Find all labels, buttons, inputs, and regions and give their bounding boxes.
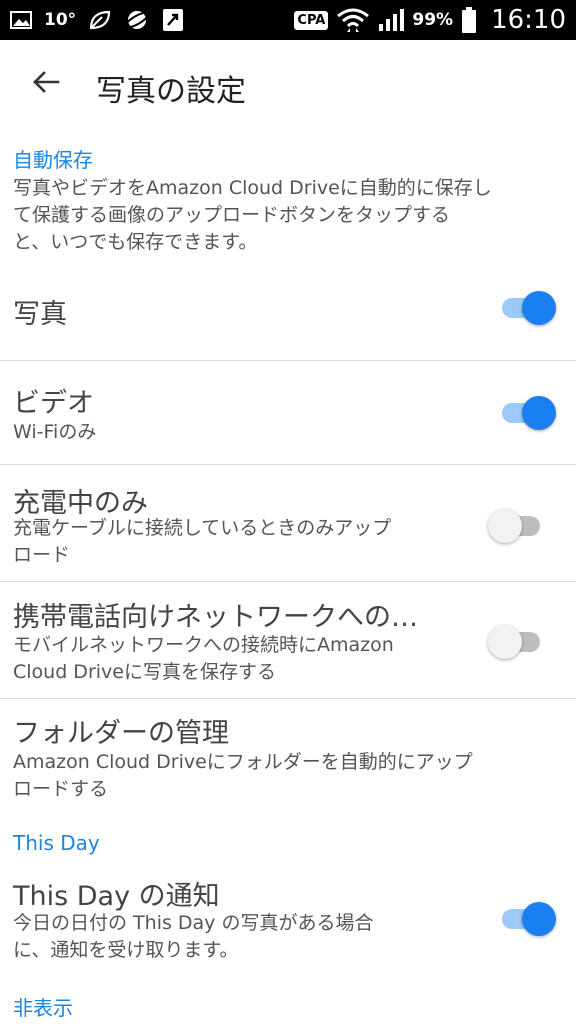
auto-save-description-line-3: と、いつでも保存できます。 [13, 231, 258, 253]
auto-save-description: 写真やビデオをAmazon Cloud Driveに自動的に保存し て保護する画… [13, 175, 553, 256]
leaf-icon [88, 9, 112, 31]
setting-row-this-day-notification[interactable]: This Day の通知 今日の日付の This Day の写真がある場合 に、… [0, 862, 576, 972]
setting-video-title: ビデオ [13, 388, 94, 419]
setting-video-subtitle: Wi-Fiのみ [13, 421, 97, 443]
setting-row-folder-management[interactable]: フォルダーの管理 Amazon Cloud Driveにフォルダーを自動的にアッ… [0, 699, 576, 817]
setting-charging-only-subtitle: 充電ケーブルに接続しているときのみアップ ロード [13, 515, 391, 569]
setting-this-day-notification-title: This Day の通知 [13, 881, 220, 912]
setting-folder-management-subtitle-line-2: ロードする [13, 778, 109, 800]
video-toggle-thumb [522, 396, 556, 430]
image-icon [10, 10, 32, 30]
page-title: 写真の設定 [96, 74, 246, 109]
setting-row-mobile-network[interactable]: 携帯電話向けネットワークへの… モバイルネットワークへの接続時にAmazon C… [0, 582, 576, 698]
app-icon [162, 8, 184, 32]
setting-mobile-network-subtitle: モバイルネットワークへの接続時にAmazon Cloud Driveに写真を保存… [13, 632, 394, 686]
back-button[interactable] [24, 62, 68, 106]
carrier-badge: CPA [294, 10, 329, 30]
video-toggle[interactable] [500, 392, 556, 432]
setting-charging-only-subtitle-line-1: 充電ケーブルに接続しているときのみアップ [13, 517, 392, 539]
mobile-network-toggle-thumb [488, 625, 522, 659]
section-header-this-day: This Day [13, 831, 100, 855]
setting-photos-title: 写真 [13, 299, 67, 330]
mobile-network-toggle[interactable] [488, 621, 544, 661]
setting-row-charging-only[interactable]: 充電中のみ 充電ケーブルに接続しているときのみアップ ロード [0, 465, 576, 581]
photos-toggle[interactable] [500, 287, 556, 327]
signal-icon [378, 8, 405, 32]
this-day-notification-toggle[interactable] [500, 898, 556, 938]
charging-only-toggle-thumb [488, 509, 522, 543]
photos-toggle-thumb [522, 291, 556, 325]
setting-this-day-notification-subtitle: 今日の日付の This Day の写真がある場合 に、通知を受け取ります。 [13, 910, 373, 964]
battery-percent: 99% [412, 10, 454, 30]
status-bar: 10° CPA 99% 16:10 [0, 0, 576, 40]
app-toolbar: 写真の設定 [0, 40, 576, 132]
arrow-left-icon [32, 70, 60, 98]
setting-mobile-network-title: 携帯電話向けネットワークへの… [13, 602, 418, 633]
clock: 16:10 [491, 5, 566, 35]
status-bar-left: 10° [10, 0, 184, 40]
setting-this-day-notification-subtitle-line-1: 今日の日付の This Day の写真がある場合 [13, 912, 374, 934]
battery-icon [461, 6, 477, 34]
setting-mobile-network-subtitle-line-2: Cloud Driveに写真を保存する [13, 661, 276, 683]
setting-mobile-network-subtitle-line-1: モバイルネットワークへの接続時にAmazon [13, 634, 394, 656]
setting-folder-management-subtitle-line-1: Amazon Cloud Driveにフォルダーを自動的にアップ [13, 751, 473, 773]
planet-icon [124, 8, 150, 32]
setting-row-photos[interactable]: 写真 [0, 262, 576, 360]
charging-only-toggle[interactable] [488, 505, 544, 545]
auto-save-description-line-2: て保護する画像のアップロードボタンをタップする [13, 204, 451, 226]
temperature-text: 10° [44, 10, 77, 30]
section-header-auto-save: 自動保存 [13, 148, 93, 172]
auto-save-description-line-1: 写真やビデオをAmazon Cloud Driveに自動的に保存し [13, 177, 492, 199]
status-bar-right: CPA 99% 16:10 [294, 0, 566, 40]
setting-this-day-notification-subtitle-line-2: に、通知を受け取ります。 [13, 939, 239, 961]
this-day-notification-toggle-thumb [522, 902, 556, 936]
setting-charging-only-subtitle-line-2: ロード [13, 544, 71, 566]
section-header-hidden: 非表示 [13, 996, 73, 1020]
setting-row-video[interactable]: ビデオ Wi-Fiのみ [0, 361, 576, 464]
setting-folder-management-title: フォルダーの管理 [13, 718, 229, 749]
setting-folder-management-subtitle: Amazon Cloud Driveにフォルダーを自動的にアップ ロードする [13, 749, 473, 803]
wifi-icon [336, 6, 370, 34]
